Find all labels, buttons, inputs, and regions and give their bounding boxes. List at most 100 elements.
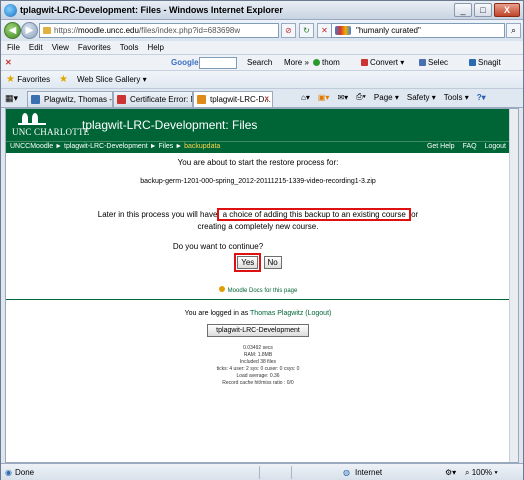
google-more-button[interactable]: More » (284, 57, 309, 69)
menu-edit[interactable]: Edit (29, 43, 43, 52)
close-tab-icon[interactable]: x (265, 94, 269, 103)
moodle-docs-link[interactable]: Moodle Docs for this page (6, 286, 510, 294)
google-search-box[interactable] (199, 57, 237, 69)
mail-icon[interactable]: ✉▾ (337, 93, 348, 102)
green-dot-icon (313, 59, 320, 66)
menu-tools[interactable]: Tools (120, 43, 139, 52)
browser-window: tplagwit-LRC-Development: Files - Window… (0, 0, 524, 480)
page-menu[interactable]: Page ▾ (374, 93, 399, 102)
search-input[interactable]: "humanly curated" (331, 23, 505, 38)
certificate-error-icon[interactable]: ⊘ (281, 23, 296, 38)
snagit-label: Snagit (478, 58, 501, 67)
menu-help[interactable]: Help (147, 43, 163, 52)
window-title: tplagwit-LRC-Development: Files - Window… (20, 5, 283, 15)
protected-mode-icon[interactable]: ⚙▾ (445, 468, 456, 477)
course-home-button[interactable]: tplagwit-LRC-Development (207, 324, 309, 337)
title-bar: tplagwit-LRC-Development: Files - Window… (1, 1, 523, 20)
security-zone: Internet (355, 468, 383, 477)
tab-plagwitz[interactable]: Plagwitz, Thomas -... (27, 91, 113, 107)
tools-menu[interactable]: Tools ▾ (444, 93, 469, 102)
search-go-icon[interactable]: ⌕ (506, 23, 521, 38)
web-slice-gallery-link[interactable]: Web Slice Gallery ▾ (77, 75, 147, 84)
convert-label: Convert (370, 58, 399, 67)
internet-zone-icon: ◍ (343, 468, 350, 477)
print-icon[interactable]: ⎙▾ (356, 92, 366, 102)
close-button[interactable]: X (494, 3, 520, 17)
back-button[interactable]: ◀ (4, 22, 21, 39)
logout-footer-link[interactable]: (Logout) (303, 310, 331, 317)
restore-explanation-line2: creating a completely new course. (197, 222, 319, 231)
safety-menu[interactable]: Safety ▾ (407, 93, 436, 102)
crumb-course[interactable]: tplagwit-LRC-Development (64, 143, 148, 150)
university-name: UNC CHARLOTTE (12, 127, 90, 137)
menu-favorites[interactable]: Favorites (78, 43, 111, 52)
zoom-control[interactable]: ⌕ 100% ▾ (465, 468, 498, 478)
tab-row: ▦▾ Plagwitz, Thomas -... Certificate Err… (1, 89, 523, 108)
vertical-scrollbar[interactable] (509, 109, 518, 462)
refresh-icon[interactable]: ↻ (299, 23, 314, 38)
snagit-button[interactable]: Snagit (469, 57, 501, 69)
yes-button[interactable]: Yes (237, 256, 259, 269)
stop-icon[interactable]: ✕ (317, 23, 332, 38)
convert-button[interactable]: Convert ▾ (361, 57, 404, 69)
google-toolbar: ✕ Google Search More » thom Convert ▾ Se… (1, 55, 523, 71)
perf-line-4: ticks: 4 user: 2 sys: 0 cuser: 0 csys: 0 (216, 366, 300, 372)
backup-filename: backup-germ-1201-000-spring_2012-2011121… (140, 178, 376, 185)
tab-certificate-error[interactable]: Certificate Error: N... (113, 91, 193, 107)
tools-menu-label: Tools (443, 92, 463, 102)
url-field[interactable]: https://moodle.uncc.edu/files/index.php?… (39, 23, 279, 38)
no-button[interactable]: No (263, 256, 282, 269)
feeds-icon[interactable]: ▣▾ (318, 93, 330, 102)
home-icon[interactable]: ⌂▾ (301, 93, 310, 102)
help-icon (218, 286, 225, 292)
google-close-icon[interactable]: ✕ (5, 57, 12, 69)
get-help-link[interactable]: Get Help (427, 143, 455, 150)
breadcrumb: UNCCMoodle ► tplagwit-LRC-Development ► … (10, 143, 221, 150)
menu-view[interactable]: View (52, 43, 69, 52)
minimize-button[interactable]: _ (454, 3, 472, 17)
moodle-header: UNC CHARLOTTE tplagwit-LRC-Development: … (6, 109, 510, 141)
quick-tabs-icon[interactable]: ▦▾ (5, 93, 18, 104)
status-separator (291, 466, 292, 479)
unc-charlotte-logo: UNC CHARLOTTE (12, 113, 89, 137)
status-bar: ◉ Done ◍ Internet ⚙▾ ⌕ 100% ▾ (1, 463, 523, 480)
tab-current[interactable]: tplagwit-LRC-D... x (193, 91, 273, 107)
web-slice-label: Web Slice Gallery (77, 75, 141, 84)
moodle-icon (197, 95, 206, 104)
restore-explanation: Later in this process you will have a ch… (6, 208, 510, 221)
menu-file[interactable]: File (7, 43, 20, 52)
forward-button[interactable]: ▶ (21, 22, 38, 39)
yes-highlight: Yes (234, 253, 262, 272)
help-icon[interactable]: ?▾ (477, 93, 486, 102)
tab-label: tplagwit-LRC-D... (210, 95, 271, 104)
footer-divider (6, 299, 510, 300)
decision-buttons: Yes No (6, 253, 510, 272)
page-status-icon: ◉ (5, 468, 12, 477)
crumb-unccmoodle[interactable]: UNCCMoodle (10, 143, 53, 150)
faq-link[interactable]: FAQ (463, 143, 477, 150)
add-favorite-icon[interactable]: ★ (59, 75, 68, 85)
favorites-star-icon: ★ (6, 74, 15, 85)
pdf-icon (361, 59, 368, 66)
select-button[interactable]: Selec (419, 57, 448, 69)
page-icon (31, 95, 40, 104)
favorites-bar: ★ Favorites ★ Web Slice Gallery ▾ (1, 71, 523, 89)
select-icon (419, 59, 426, 66)
logged-in-prefix: You are logged in as (184, 310, 251, 317)
google-thom-button[interactable]: thom (313, 57, 340, 69)
page-menu-label: Page (373, 92, 393, 102)
perf-line-5: Load average: 0.36 (236, 373, 280, 379)
favorites-button[interactable]: ★ Favorites (6, 74, 50, 85)
user-link[interactable]: Thomas Plagwitz (250, 310, 303, 317)
crest-icon (18, 113, 46, 125)
search-value: "humanly curated" (356, 26, 421, 35)
logout-link[interactable]: Logout (485, 143, 506, 150)
crumb-files[interactable]: Files (159, 143, 174, 150)
maximize-button[interactable]: □ (474, 3, 492, 17)
explanation-end: or (411, 210, 419, 219)
status-separator (259, 466, 260, 479)
highlighted-phrase: a choice of adding this backup to an exi… (217, 208, 412, 221)
crumb-current: backupdata (184, 143, 221, 150)
google-search-button[interactable]: Search (247, 57, 272, 69)
restore-intro: You are about to start the restore proce… (177, 158, 339, 167)
